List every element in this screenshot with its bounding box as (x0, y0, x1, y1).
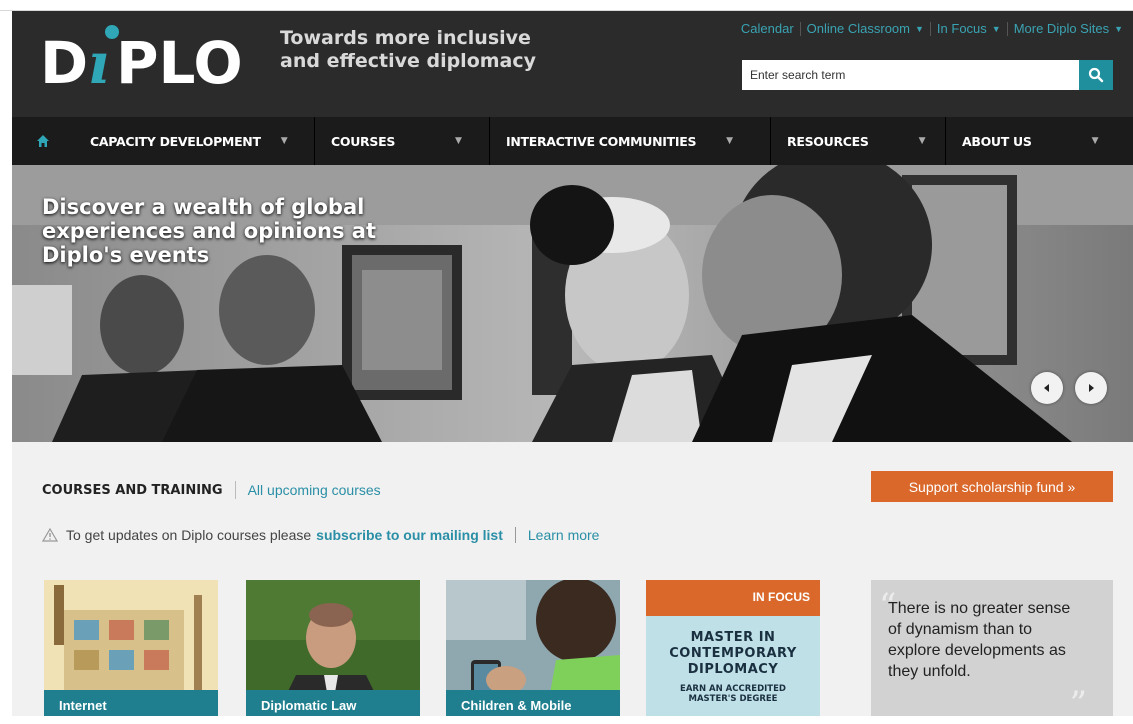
nav-item-interactive-communities[interactable]: INTERACTIVE COMMUNITIES ▼ (490, 117, 770, 165)
support-scholarship-button[interactable]: Support scholarship fund » (871, 471, 1113, 502)
slider-next-button[interactable] (1075, 372, 1107, 404)
nav-item-label: INTERACTIVE COMMUNITIES (506, 133, 697, 149)
quote-text: There is no greater sense of dynamism th… (888, 600, 1071, 680)
course-card-internet[interactable]: Internet (44, 580, 218, 716)
nav-item-label: RESOURCES (787, 133, 869, 149)
hero-caption: Discover a wealth of global experiences … (42, 195, 422, 267)
in-focus-body: MASTER IN CONTEMPORARY DIPLOMACY EARN AN… (646, 616, 820, 716)
chevron-right-icon (1089, 384, 1094, 392)
svg-text:D: D (40, 29, 88, 95)
tagline-line-1: Towards more inclusive (280, 27, 531, 49)
home-icon (37, 135, 49, 147)
nav-item-label: CAPACITY DEVELOPMENT (90, 133, 261, 149)
hero-slider[interactable]: Discover a wealth of global experiences … (12, 165, 1133, 442)
slider-prev-button[interactable] (1031, 372, 1063, 404)
course-card-label: Internet (44, 690, 218, 716)
nav-item-capacity-development[interactable]: CAPACITY DEVELOPMENT ▼ (74, 117, 314, 165)
in-focus-line-5: MASTER'S DEGREE (688, 694, 778, 704)
all-upcoming-courses-link[interactable]: All upcoming courses (248, 482, 381, 498)
subscribe-link[interactable]: subscribe to our mailing list (316, 527, 503, 543)
chevron-down-icon: ▼ (1091, 136, 1099, 146)
top-link-more-diplo-sites[interactable]: More Diplo Sites (1014, 21, 1109, 36)
top-link-separator (799, 21, 801, 36)
in-focus-line-1: MASTER IN (690, 630, 776, 645)
nav-item-label: ABOUT US (962, 133, 1032, 149)
search-box (742, 60, 1113, 90)
site-tagline: Towards more inclusive and effective dip… (280, 27, 560, 73)
top-link-online-classroom[interactable]: Online Classroom (807, 21, 910, 36)
mailing-list-notice: To get updates on Diplo courses please s… (42, 527, 599, 543)
nav-item-label: COURSES (331, 133, 396, 149)
in-focus-line-4: EARN AN ACCREDITED (680, 684, 786, 694)
learn-more-link[interactable]: Learn more (528, 527, 600, 543)
nav-item-courses[interactable]: COURSES ▼ (315, 117, 489, 165)
tagline-line-2: and effective diplomacy (280, 50, 537, 72)
hero-caption-line-1: Discover a wealth of global (42, 195, 365, 219)
top-border (0, 0, 1133, 11)
courses-header: COURSES AND TRAINING All upcoming course… (42, 481, 381, 499)
svg-text:ı: ı (88, 31, 109, 95)
header-separator (234, 481, 236, 499)
course-card-children-mobile[interactable]: Children & Mobile (446, 580, 620, 716)
quote-box: “ There is no greater sense of dynamism … (871, 580, 1113, 724)
search-button[interactable] (1079, 60, 1113, 90)
nav-item-about-us[interactable]: ABOUT US ▼ (946, 117, 1126, 165)
chevron-down-icon: ▼ (726, 136, 733, 146)
search-icon (1088, 67, 1104, 83)
notice-separator (514, 527, 516, 543)
courses-title: COURSES AND TRAINING (42, 482, 223, 498)
hero-caption-line-3: Diplo's events (42, 243, 210, 267)
svg-text:PLO: PLO (116, 29, 243, 95)
main-nav: CAPACITY DEVELOPMENT ▼ COURSES ▼ INTERAC… (12, 117, 1133, 165)
in-focus-tag: IN FOCUS (646, 580, 820, 616)
chevron-down-icon[interactable]: ▼ (915, 24, 924, 34)
course-card-label: Children & Mobile (446, 690, 620, 716)
hero-caption-line-2: experiences and opinions at (42, 219, 376, 243)
chevron-down-icon[interactable]: ▼ (1114, 24, 1123, 34)
chevron-left-icon (1044, 384, 1049, 392)
top-links: Calendar Online Classroom ▼ In Focus ▼ M… (741, 21, 1123, 36)
site-header: D ı PLO Towards more inclusive and effec… (12, 11, 1133, 117)
nav-item-resources[interactable]: RESOURCES ▼ (771, 117, 945, 165)
warning-icon (42, 528, 58, 542)
top-link-in-focus[interactable]: In Focus (937, 21, 987, 36)
top-link-separator (1006, 21, 1008, 36)
in-focus-line-3: DIPLOMACY (687, 662, 779, 677)
course-card-label: Diplomatic Law (246, 690, 420, 716)
notice-text: To get updates on Diplo courses please (66, 527, 312, 543)
in-focus-line-2: CONTEMPORARY (669, 646, 797, 661)
chevron-down-icon: ▼ (280, 136, 288, 146)
chevron-down-icon: ▼ (918, 136, 926, 146)
top-link-separator (929, 21, 931, 36)
nav-home[interactable] (12, 117, 74, 165)
quote-close-icon: ” (1069, 684, 1087, 724)
course-card-diplomatic-law[interactable]: Diplomatic Law (246, 580, 420, 716)
search-input[interactable] (742, 60, 1076, 90)
diplo-logo[interactable]: D ı PLO (40, 17, 245, 97)
chevron-down-icon[interactable]: ▼ (992, 24, 1001, 34)
in-focus-card[interactable]: IN FOCUS MASTER IN CONTEMPORARY DIPLOMAC… (646, 580, 820, 716)
top-link-calendar[interactable]: Calendar (741, 21, 794, 36)
chevron-down-icon: ▼ (455, 136, 462, 146)
